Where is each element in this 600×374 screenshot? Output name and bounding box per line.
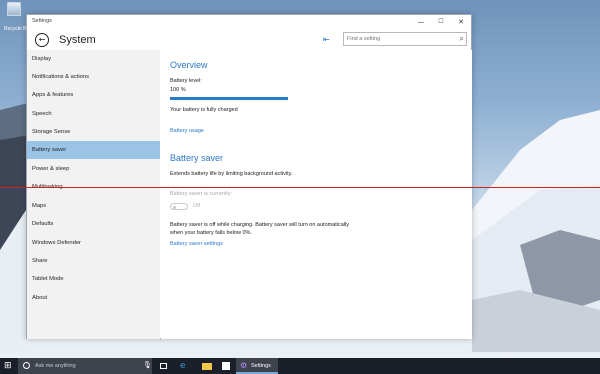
sidebar-item-speech[interactable]: Speech — [27, 105, 160, 123]
edge-browser-icon[interactable]: e — [180, 361, 190, 371]
sidebar-item-defaults[interactable]: Defaults — [27, 215, 160, 233]
battery-level-value: 100 % — [170, 87, 186, 93]
back-arrow-icon[interactable]: ← — [35, 33, 49, 47]
battery-saver-heading: Battery saver — [170, 153, 224, 163]
sidebar-item-notifications-actions[interactable]: Notifications & actions — [27, 68, 160, 86]
page-title: System — [59, 34, 96, 46]
microphone-icon[interactable]: 🎙 — [143, 361, 152, 369]
title-bar[interactable]: Settings — ☐ ✕ — [27, 15, 471, 29]
sidebar-item-storage-sense[interactable]: Storage Sense — [27, 123, 160, 141]
sidebar-item-tablet-mode[interactable]: Tablet Mode — [27, 270, 160, 288]
sidebar-item-display[interactable]: Display — [27, 50, 160, 68]
settings-window: Settings — ☐ ✕ ← System ⇤ ⌕ Display Noti… — [26, 14, 472, 339]
search-input[interactable] — [347, 34, 451, 44]
taskbar-settings-label: Settings — [251, 363, 271, 369]
pin-to-start-icon[interactable]: ⇤ — [323, 35, 330, 44]
battery-saver-settings-link[interactable]: Battery saver settings — [170, 241, 223, 247]
battery-level-bar — [170, 97, 288, 100]
cortana-icon — [23, 362, 30, 369]
task-view-icon[interactable] — [160, 363, 167, 369]
search-icon[interactable]: ⌕ — [460, 33, 464, 45]
recycle-bin-icon — [7, 2, 21, 16]
sidebar-item-apps-features[interactable]: Apps & features — [27, 86, 160, 104]
minimize-button[interactable]: — — [411, 15, 431, 29]
taskbar-settings-app[interactable]: ⚙ Settings — [236, 358, 278, 374]
battery-saver-note: Battery saver is off while charging. Bat… — [170, 222, 350, 236]
battery-saver-description: Extends battery life by limiting backgro… — [170, 171, 293, 177]
sidebar-item-power-sleep[interactable]: Power & sleep — [27, 160, 160, 178]
battery-status-text: Your battery is fully charged — [170, 107, 238, 113]
cortana-placeholder: Ask me anything — [35, 363, 76, 369]
sidebar-item-share[interactable]: Share — [27, 252, 160, 270]
sidebar-item-about[interactable]: About — [27, 289, 160, 307]
overview-heading: Overview — [170, 60, 208, 70]
sidebar-item-maps[interactable]: Maps — [27, 197, 160, 215]
battery-level-label: Battery level: — [170, 78, 202, 84]
taskbar: ⊞ Ask me anything 🎙 e ⚙ Settings — [0, 358, 600, 374]
sidebar-item-battery-saver[interactable]: Battery saver — [27, 141, 160, 159]
toggle-state-label: Off — [193, 203, 201, 209]
battery-saver-current-label: Battery saver is currently: — [170, 191, 233, 197]
store-icon[interactable] — [222, 362, 230, 370]
battery-saver-toggle[interactable] — [170, 203, 188, 210]
gear-icon: ⚙ — [240, 361, 248, 370]
cortana-search-box[interactable]: Ask me anything — [18, 358, 152, 374]
file-explorer-icon[interactable] — [202, 363, 212, 370]
windows-start-icon[interactable]: ⊞ — [4, 361, 12, 371]
sidebar-nav: Display Notifications & actions Apps & f… — [27, 50, 160, 339]
search-box[interactable]: ⌕ — [343, 32, 467, 46]
close-button[interactable]: ✕ — [451, 15, 471, 29]
overlay-red-line — [0, 187, 600, 188]
maximize-button[interactable]: ☐ — [431, 15, 451, 29]
toggle-knob — [173, 205, 176, 209]
window-title: Settings — [32, 18, 52, 24]
battery-saver-panel: Overview Battery level: 100 % Your batte… — [161, 50, 472, 339]
recycle-bin-desktop-icon[interactable]: Recycle Bin — [4, 2, 30, 32]
battery-usage-link[interactable]: Battery usage — [170, 128, 204, 134]
sidebar-item-windows-defender[interactable]: Windows Defender — [27, 234, 160, 252]
battery-level-fill — [170, 97, 288, 100]
